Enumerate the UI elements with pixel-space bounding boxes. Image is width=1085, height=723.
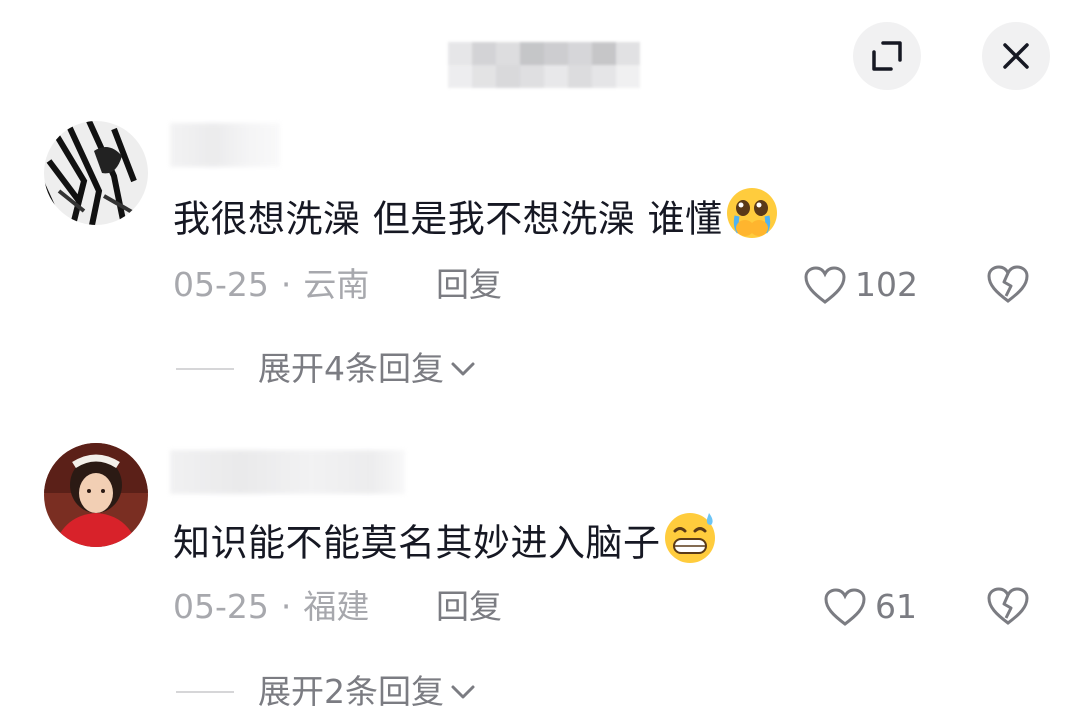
like-count: 102 xyxy=(855,265,918,304)
close-icon xyxy=(1003,43,1029,69)
comment-text: 知识能不能莫名其妙进入脑子 xyxy=(173,509,719,581)
heart-icon xyxy=(824,588,866,626)
divider-line xyxy=(176,368,234,370)
broken-heart-icon xyxy=(987,587,1029,625)
dislike-button[interactable] xyxy=(986,264,1030,308)
pleading-crying-emoji xyxy=(725,186,779,256)
close-button[interactable] xyxy=(982,22,1050,90)
chevron-down-icon xyxy=(451,685,475,699)
expand-replies-button[interactable]: 展开4条回复 xyxy=(176,349,476,389)
dislike-button[interactable] xyxy=(986,586,1030,630)
comment-meta: 05-25 · 云南 xyxy=(173,265,370,304)
expand-replies-label: 展开4条回复 xyxy=(258,349,444,388)
blurred-title xyxy=(448,42,640,88)
chevron-down-icon xyxy=(451,362,475,376)
comment-location: 云南 xyxy=(303,265,370,304)
avatar[interactable] xyxy=(44,121,148,225)
comment-date: 05-25 xyxy=(173,587,269,626)
username-blurred xyxy=(170,123,280,167)
comment-date: 05-25 xyxy=(173,265,269,304)
expand-button[interactable] xyxy=(853,22,921,90)
divider-line xyxy=(176,691,234,693)
comment-text: 我很想洗澡 但是我不想洗澡 谁懂 xyxy=(173,186,779,256)
expand-replies-label: 展开2条回复 xyxy=(258,672,444,711)
heart-icon xyxy=(804,266,846,304)
reply-button[interactable]: 回复 xyxy=(436,265,502,305)
like-count: 61 xyxy=(875,587,917,626)
broken-heart-icon xyxy=(987,265,1029,303)
like-button[interactable]: 102 xyxy=(803,265,918,305)
reply-button[interactable]: 回复 xyxy=(436,587,502,627)
expand-replies-button[interactable]: 展开2条回复 xyxy=(176,672,476,712)
expand-icon xyxy=(872,41,902,71)
username-blurred xyxy=(170,450,405,494)
grinning-sweat-emoji xyxy=(663,509,719,581)
avatar[interactable] xyxy=(44,443,148,547)
like-button[interactable]: 61 xyxy=(823,587,917,627)
comment-location: 福建 xyxy=(303,587,370,626)
comment-meta: 05-25 · 福建 xyxy=(173,587,370,626)
